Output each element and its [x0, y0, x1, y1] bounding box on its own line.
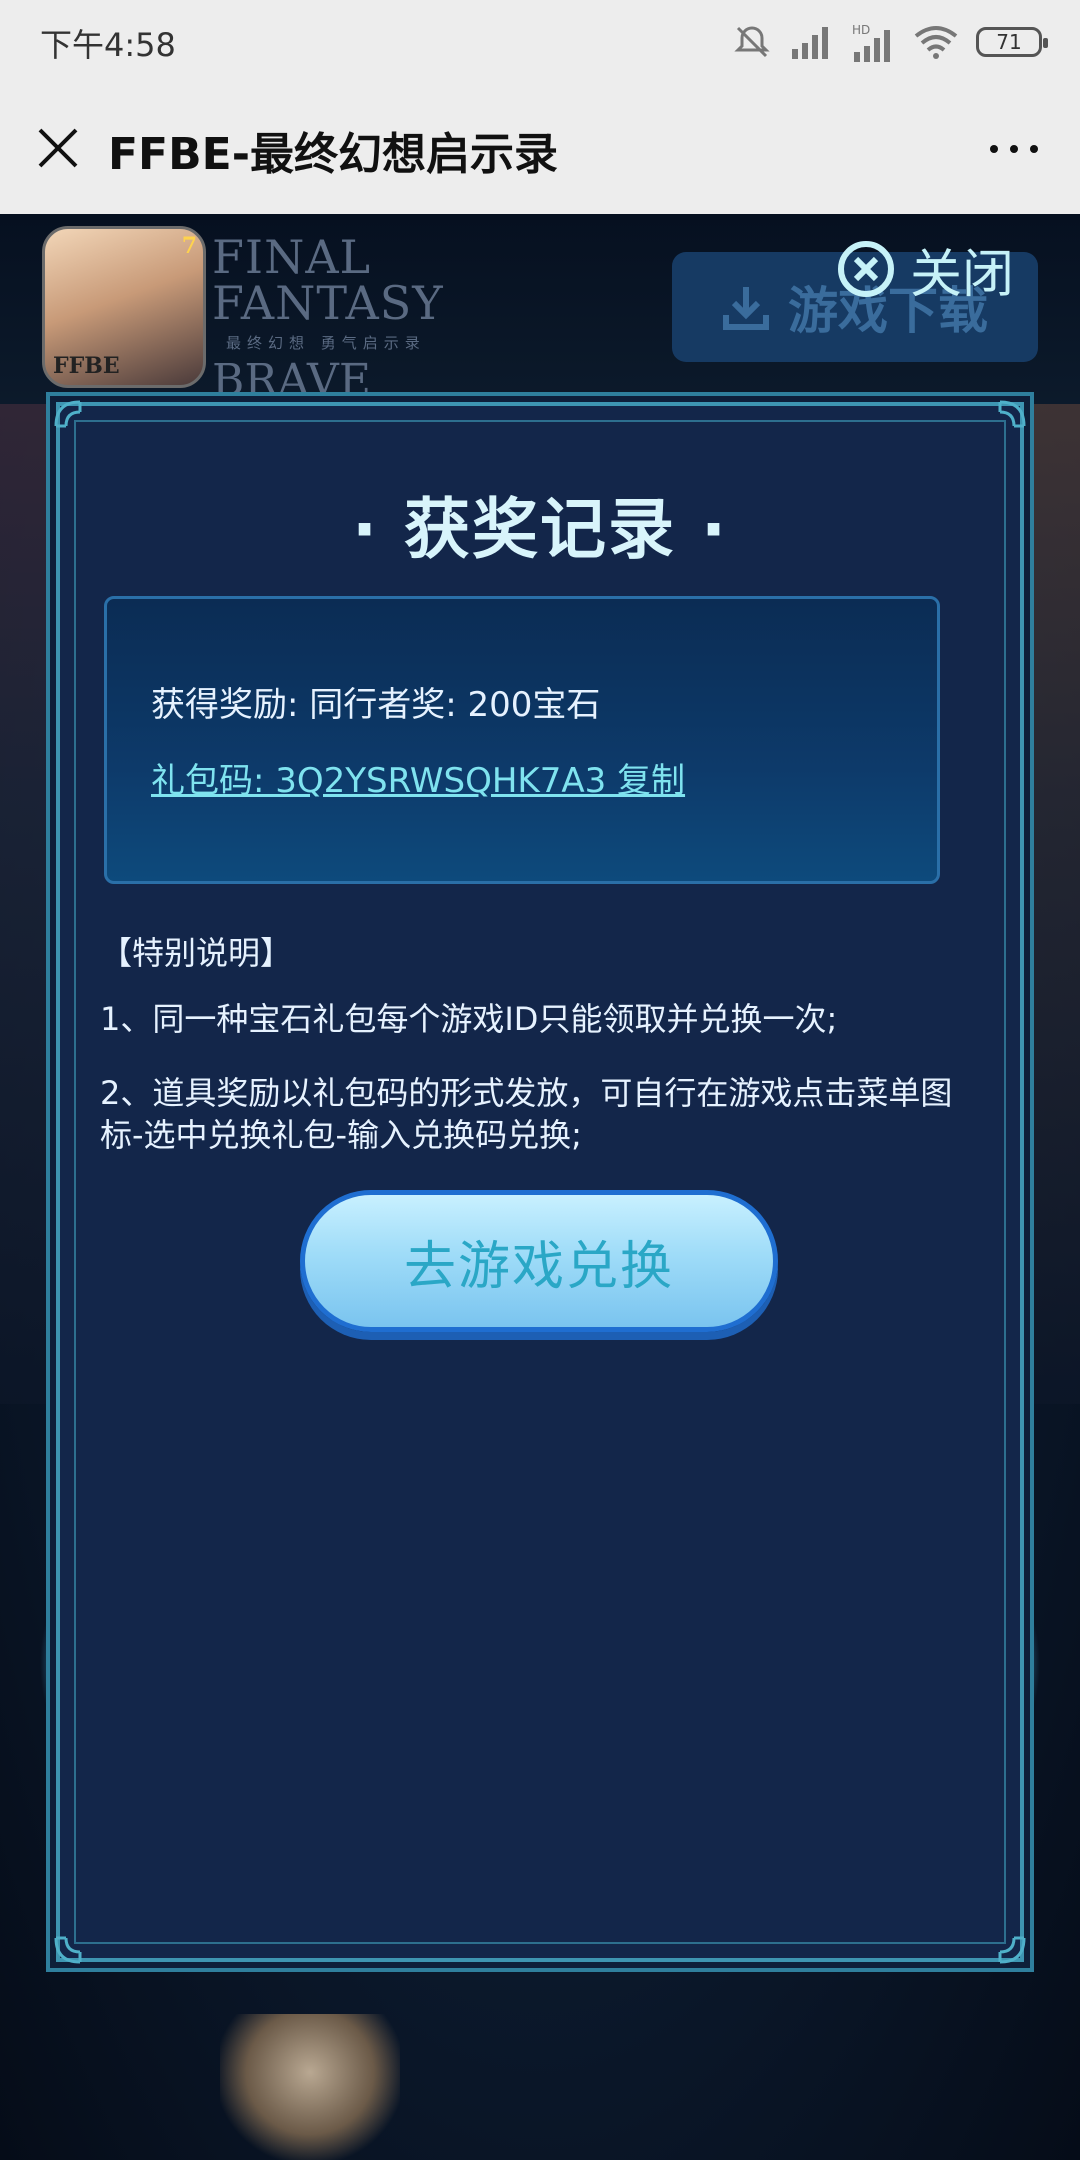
battery-level: 71 [996, 30, 1022, 54]
close-popup-button[interactable]: 关闭 [836, 232, 1014, 306]
wifi-icon [914, 26, 958, 59]
page-title: FFBE-最终幻想启示录 [108, 129, 558, 180]
side-art-right [1020, 404, 1080, 1404]
close-circle-icon [838, 241, 894, 297]
app-icon[interactable]: 7 FFBE [42, 226, 206, 388]
nav-bar: FFBE-最终幻想启示录 [0, 84, 1080, 214]
close-icon[interactable] [28, 118, 88, 178]
gift-code-copy-link[interactable]: 礼包码: 3Q2YSRWSQHK7A3 复制 [151, 753, 685, 802]
svg-text:HD: HD [852, 23, 870, 37]
bottom-character-art [220, 2014, 400, 2160]
notes-title: 【特别说明】 [100, 934, 293, 972]
note-2: 2、道具奖励以礼包码的形式发放，可自行在游戏点击菜单图标-选中兑换礼包-输入兑换… [100, 1074, 953, 1154]
signal-icon [792, 27, 828, 59]
download-icon [723, 287, 769, 330]
reward-box: 获得奖励: 同行者奖: 200宝石 礼包码: 3Q2YSRWSQHK7A3 复制 [104, 596, 940, 884]
status-time: 下午4:58 [40, 26, 176, 64]
logo-line-1: FINAL FANTASY [212, 230, 444, 330]
corner-ornament-icon [54, 1936, 82, 1964]
corner-ornament-icon [998, 400, 1026, 428]
status-bar: 下午4:58 HD 71 [0, 0, 1080, 84]
reward-text: 获得奖励: 同行者奖: 200宝石 [151, 685, 601, 725]
note-1: 1、同一种宝石礼包每个游戏ID只能领取并兑换一次; [100, 1000, 838, 1038]
corner-ornament-icon [54, 400, 82, 428]
mute-icon [734, 26, 770, 58]
more-icon[interactable] [984, 124, 1044, 174]
modal-title: · 获奖记录 · [351, 491, 729, 568]
go-exchange-button[interactable]: 去游戏兑换 [300, 1190, 778, 1332]
app-icon-badge: 7 [181, 233, 197, 259]
corner-ornament-icon [998, 1936, 1026, 1964]
reward-record-modal: · 获奖记录 · 获得奖励: 同行者奖: 200宝石 礼包码: 3Q2YSRWS… [54, 400, 1026, 1964]
game-logo: FINAL FANTASY 最终幻想 勇气启示录 BRAVE EXVIUS [212, 230, 462, 447]
page-content: 7 FFBE FINAL FANTASY 最终幻想 勇气启示录 BRAVE EX… [0, 214, 1080, 2160]
app-icon-text: FFBE [53, 353, 120, 379]
close-popup-label: 关闭 [910, 244, 1015, 305]
side-art-left [0, 404, 60, 1404]
top-banner: 7 FFBE FINAL FANTASY 最终幻想 勇气启示录 BRAVE EX… [0, 214, 1080, 447]
hd-signal-icon: HD [852, 23, 890, 62]
logo-line-2: 最终幻想 勇气启示录 [226, 334, 426, 352]
battery-icon: 71 [976, 27, 1048, 57]
status-icons: HD 71 [732, 18, 1048, 66]
